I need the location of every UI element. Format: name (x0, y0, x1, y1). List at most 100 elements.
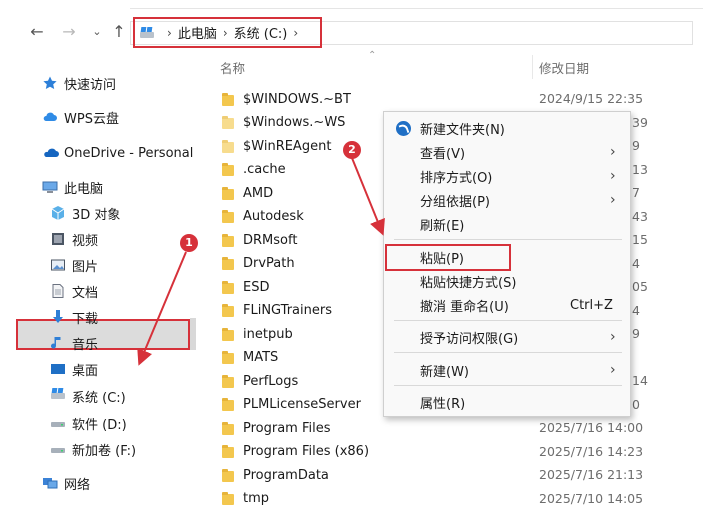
sidebar-item-drive-d[interactable]: 软件 (D:) (50, 412, 240, 434)
music-icon (50, 335, 66, 351)
sidebar-item-this-pc[interactable]: 此电脑 (42, 176, 232, 198)
menu-item-properties[interactable]: 属性(R) (384, 390, 630, 414)
menu-item-undo-rename[interactable]: 撤消 重命名(U) Ctrl+Z (384, 293, 630, 317)
navigation-pane: 快速访问 WPS云盘 OneDrive - Personal 此电脑 3D 对象… (0, 60, 200, 515)
column-divider[interactable] (532, 55, 533, 79)
menu-separator (394, 385, 622, 386)
folder-icon (222, 351, 234, 364)
sidebar-item-drive-f[interactable]: 新加卷 (F:) (50, 438, 240, 460)
folder-icon (222, 139, 234, 153)
sidebar-item-label: 图片 (72, 259, 99, 275)
sidebar-item-label: 桌面 (72, 363, 99, 379)
file-name: tmp (243, 491, 270, 506)
sidebar-item-label: 3D 对象 (72, 207, 121, 223)
drive-icon (50, 415, 66, 431)
chevron-right-icon: › (610, 329, 616, 345)
chevron-right-icon[interactable]: › (167, 26, 172, 40)
menu-item-refresh[interactable]: 刷新(E) (384, 212, 630, 236)
sidebar-item-pictures[interactable]: 图片 (50, 254, 240, 276)
menu-item-give-access[interactable]: 授予访问权限(G) › (384, 325, 630, 349)
folder-icon (222, 468, 234, 482)
menu-item-shortcut: Ctrl+Z (570, 297, 613, 313)
computer-icon (42, 179, 58, 195)
network-icon (42, 475, 58, 491)
sidebar-item-label: 下载 (72, 311, 99, 327)
new-folder-icon (396, 121, 411, 136)
breadcrumb[interactable]: › 此电脑 › 系统 (C:) › (133, 17, 322, 48)
drive-icon (50, 441, 66, 457)
file-modified-date-partial: 7 (632, 185, 640, 200)
file-modified-date: 2025/7/16 14:00 (539, 420, 644, 435)
folder-icon (222, 280, 234, 294)
sidebar-item-onedrive[interactable]: OneDrive - Personal (42, 142, 232, 164)
menu-item-new-folder[interactable]: 新建文件夹(N) (384, 116, 630, 140)
folder-icon (222, 421, 234, 435)
back-arrow-icon[interactable]: ← (28, 22, 46, 42)
sidebar-item-drive-c[interactable]: 系统 (C:) (50, 385, 240, 407)
onedrive-icon (42, 145, 59, 161)
file-name: $WINDOWS.~BT (243, 91, 351, 107)
sidebar-item-documents[interactable]: 文档 (50, 280, 240, 302)
folder-icon (222, 233, 234, 247)
folder-icon (222, 92, 234, 106)
column-header-modified[interactable]: 修改日期 (539, 58, 589, 77)
file-modified-date-partial: 4 (632, 302, 640, 318)
file-modified-date-partial: 05 (632, 279, 648, 294)
download-icon (50, 309, 66, 325)
chevron-right-icon[interactable]: › (293, 26, 298, 40)
file-modified-date-partial: 9 (632, 138, 640, 153)
sidebar-item-label: OneDrive - Personal (64, 145, 194, 161)
sidebar-item-label: 文档 (72, 285, 99, 301)
file-modified-date-partial: 9 (632, 326, 640, 341)
sidebar-item-videos[interactable]: 视频 (50, 228, 240, 250)
cloud-icon (42, 109, 58, 125)
context-menu: 新建文件夹(N) 查看(V) › 排序方式(O) › 分组依据(P) › 刷新(… (383, 111, 631, 417)
file-modified-date-partial: 13 (632, 161, 648, 177)
menu-item-label: 查看(V) (420, 146, 466, 162)
step-badge-1: 1 (180, 234, 198, 252)
breadcrumb-this-pc[interactable]: 此电脑 (178, 23, 217, 42)
menu-item-label: 授予访问权限(G) (420, 331, 519, 347)
chevron-right-icon: › (610, 192, 616, 208)
menu-item-new[interactable]: 新建(W) › (384, 358, 630, 382)
sidebar-item-label: 软件 (D:) (72, 417, 127, 433)
desktop-icon (50, 361, 66, 377)
folder-icon (222, 445, 234, 458)
sidebar-item-desktop[interactable]: 桌面 (50, 358, 240, 380)
menu-item-view[interactable]: 查看(V) › (384, 140, 630, 164)
sidebar-item-label: 系统 (C:) (72, 390, 126, 406)
file-modified-date-partial: 0 (632, 396, 640, 412)
file-modified-date-partial: 43 (632, 208, 648, 224)
sidebar-item-wps-cloud[interactable]: WPS云盘 (42, 106, 232, 128)
document-icon (50, 283, 66, 299)
computer-icon (139, 27, 155, 39)
folder-icon (222, 186, 234, 200)
menu-item-label: 新建(W) (420, 364, 469, 380)
menu-item-paste-shortcut[interactable]: 粘贴快捷方式(S) (384, 269, 630, 293)
chevron-right-icon: › (610, 362, 616, 378)
chevron-right-icon: › (610, 168, 616, 184)
sidebar-item-network[interactable]: 网络 (42, 472, 232, 494)
breadcrumb-drive-c[interactable]: 系统 (C:) (234, 23, 288, 42)
folder-icon (222, 398, 234, 411)
column-header-name[interactable]: 名称 (220, 58, 245, 77)
cube-icon (50, 205, 66, 221)
up-arrow-icon[interactable]: ↑ (110, 22, 128, 42)
file-modified-date-partial: 14 (632, 373, 648, 388)
chevron-down-icon[interactable]: ⌄ (88, 22, 106, 42)
chevron-right-icon[interactable]: › (223, 26, 228, 40)
video-icon (50, 231, 66, 247)
sidebar-item-3d-objects[interactable]: 3D 对象 (50, 202, 240, 224)
sidebar-item-quick-access[interactable]: 快速访问 (42, 72, 232, 94)
menu-item-sort-by[interactable]: 排序方式(O) › (384, 164, 630, 188)
sidebar-item-music[interactable]: 音乐 (50, 332, 240, 354)
file-name: Program Files (x86) (243, 444, 370, 459)
forward-arrow-icon[interactable]: → (60, 22, 78, 42)
menu-separator (394, 239, 622, 240)
menu-item-group-by[interactable]: 分组依据(P) › (384, 188, 630, 212)
folder-icon (222, 163, 234, 176)
folder-icon (222, 257, 234, 270)
folder-icon (222, 210, 234, 223)
picture-icon (50, 257, 66, 273)
sidebar-item-downloads[interactable]: 下载 (50, 306, 240, 328)
